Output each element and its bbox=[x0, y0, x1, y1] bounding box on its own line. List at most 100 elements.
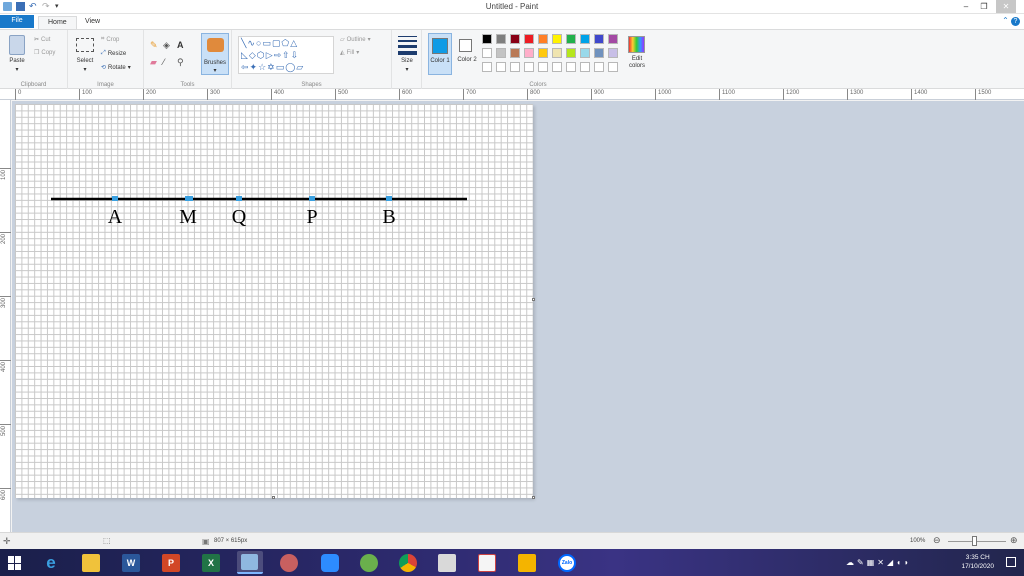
palette-color-swatch[interactable] bbox=[566, 48, 576, 58]
snipping-tool-icon[interactable] bbox=[280, 554, 298, 572]
crop-button[interactable]: ⌗ Crop bbox=[101, 36, 119, 43]
custom-color-slot[interactable] bbox=[482, 62, 492, 72]
fill-icon[interactable]: ◈ bbox=[163, 40, 170, 51]
close-button[interactable]: ✕ bbox=[996, 0, 1016, 13]
zoom-in-button[interactable]: ⊕ bbox=[1010, 535, 1018, 546]
system-tray-icons[interactable]: ☁✎▦✕◢◖◗ bbox=[846, 558, 912, 567]
paint-taskbar-icon[interactable] bbox=[237, 551, 263, 574]
minimize-button[interactable]: – bbox=[958, 0, 974, 13]
palette-color-swatch[interactable] bbox=[566, 34, 576, 44]
custom-color-slot[interactable] bbox=[608, 62, 618, 72]
shapes-gallery[interactable]: ╲∿○▭▢⬠△ ◺◇⬡▷⇨⇧⇩ ⇦✦☆✡▭◯▱ bbox=[238, 36, 334, 74]
canvas-resize-handle-bottom[interactable] bbox=[272, 496, 275, 499]
custom-color-slot[interactable] bbox=[496, 62, 506, 72]
resize-button[interactable]: ⤢ Resize bbox=[101, 50, 126, 57]
custom-color-slot[interactable] bbox=[566, 62, 576, 72]
text-icon[interactable]: A bbox=[177, 40, 184, 50]
custom-color-slot[interactable] bbox=[552, 62, 562, 72]
fill-button[interactable]: ◭ Fill ▾ bbox=[340, 49, 359, 57]
palette-color-swatch[interactable] bbox=[580, 48, 590, 58]
custom-color-slot[interactable] bbox=[510, 62, 520, 72]
brushes-button[interactable]: Brushes ▾ bbox=[201, 33, 229, 75]
file-explorer-icon[interactable] bbox=[82, 554, 100, 572]
ruler-label: 900 bbox=[594, 90, 605, 96]
ruler-tick bbox=[143, 89, 144, 100]
zoom-slider[interactable] bbox=[948, 541, 1006, 542]
excel-icon[interactable]: X bbox=[202, 554, 220, 572]
palette-color-swatch[interactable] bbox=[552, 34, 562, 44]
sticky-notes-icon[interactable] bbox=[518, 554, 536, 572]
palette-color-swatch[interactable] bbox=[496, 48, 506, 58]
drawing-canvas[interactable]: AMQPB bbox=[15, 104, 533, 498]
notification-icon[interactable] bbox=[1006, 557, 1016, 567]
palette-color-swatch[interactable] bbox=[510, 34, 520, 44]
powerpoint-icon[interactable]: P bbox=[162, 554, 180, 572]
palette-color-swatch[interactable] bbox=[608, 34, 618, 44]
tab-home[interactable]: Home bbox=[38, 16, 77, 29]
color-picker-icon[interactable]: ⁄ bbox=[163, 57, 165, 67]
color1-button[interactable]: Color 1 bbox=[428, 33, 452, 75]
palette-color-swatch[interactable] bbox=[552, 48, 562, 58]
chrome-icon[interactable] bbox=[399, 554, 417, 572]
palette-color-swatch[interactable] bbox=[524, 34, 534, 44]
ribbon-tabs: File Home View ⌃ ? bbox=[0, 14, 1024, 29]
rotate-button[interactable]: ⟲ Rotate ▾ bbox=[101, 64, 131, 72]
maximize-button[interactable]: ❐ bbox=[976, 0, 992, 13]
tab-view[interactable]: View bbox=[76, 16, 109, 29]
tab-file[interactable]: File bbox=[0, 15, 34, 28]
size-button[interactable]: Size bbox=[394, 58, 420, 64]
palette-color-swatch[interactable] bbox=[510, 48, 520, 58]
clipboard-group: Paste ▾ ✂ Cut ❐ Copy Clipboard bbox=[0, 30, 68, 89]
cut-button[interactable]: ✂ Cut bbox=[34, 36, 50, 44]
palette-color-swatch[interactable] bbox=[594, 48, 604, 58]
shapes-label: Shapes bbox=[301, 82, 322, 88]
scissors-icon: ✂ bbox=[34, 37, 40, 43]
edit-colors-button[interactable]: Edit colors bbox=[624, 33, 650, 75]
canvas-resize-handle-right[interactable] bbox=[532, 298, 535, 301]
size-icon[interactable] bbox=[398, 36, 417, 55]
select-icon[interactable] bbox=[76, 38, 94, 52]
zoom-out-button[interactable]: ⊖ bbox=[933, 535, 941, 546]
pencil-icon[interactable]: ✎ bbox=[150, 40, 158, 51]
palette-color-swatch[interactable] bbox=[482, 34, 492, 44]
select-button[interactable]: Select bbox=[71, 58, 99, 64]
palette-color-swatch[interactable] bbox=[496, 34, 506, 44]
custom-color-slot[interactable] bbox=[580, 62, 590, 72]
copy-button[interactable]: ❐ Copy bbox=[34, 49, 55, 57]
palette-color-swatch[interactable] bbox=[594, 34, 604, 44]
palette-color-swatch[interactable] bbox=[538, 48, 548, 58]
custom-color-slot[interactable] bbox=[594, 62, 604, 72]
ruler-label: 200 bbox=[146, 90, 157, 96]
image-app-icon[interactable] bbox=[478, 554, 496, 572]
green-app-icon[interactable] bbox=[360, 554, 378, 572]
outline-button[interactable]: ▱ Outline ▾ bbox=[340, 36, 371, 44]
palette-color-swatch[interactable] bbox=[580, 34, 590, 44]
palette-color-swatch[interactable] bbox=[608, 48, 618, 58]
custom-color-slot[interactable] bbox=[524, 62, 534, 72]
zalo-icon[interactable]: Zalo bbox=[558, 554, 576, 572]
internet-explorer-icon[interactable]: e bbox=[42, 554, 60, 572]
canvas-resize-handle-corner[interactable] bbox=[532, 496, 535, 499]
zoom-slider-thumb[interactable] bbox=[972, 536, 977, 546]
palette-color-swatch[interactable] bbox=[524, 48, 534, 58]
ruler-tick bbox=[783, 89, 784, 100]
help-icon[interactable]: ⌃ ? bbox=[1002, 16, 1020, 26]
select-dropdown-icon[interactable]: ▾ bbox=[71, 66, 99, 73]
outline-icon: ▱ bbox=[340, 37, 345, 43]
color2-button[interactable]: Color 2 bbox=[455, 33, 479, 75]
zoom-meeting-icon[interactable] bbox=[321, 554, 339, 572]
paste-dropdown-icon[interactable]: ▾ bbox=[4, 66, 30, 73]
size-dropdown-icon[interactable]: ▾ bbox=[394, 66, 420, 73]
word-icon[interactable]: W bbox=[122, 554, 140, 572]
eraser-icon[interactable]: ▰ bbox=[150, 57, 157, 68]
unikey-icon[interactable] bbox=[438, 554, 456, 572]
custom-color-slot[interactable] bbox=[538, 62, 548, 72]
paste-icon[interactable] bbox=[9, 35, 25, 55]
paste-button[interactable]: Paste bbox=[4, 58, 30, 64]
ruler-tick bbox=[0, 360, 11, 361]
magnifier-icon[interactable]: ⚲ bbox=[177, 57, 184, 68]
clock[interactable]: 3:35 CH 17/10/2020 bbox=[961, 553, 994, 571]
palette-color-swatch[interactable] bbox=[482, 48, 492, 58]
windows-start-icon[interactable] bbox=[8, 556, 22, 570]
palette-color-swatch[interactable] bbox=[538, 34, 548, 44]
